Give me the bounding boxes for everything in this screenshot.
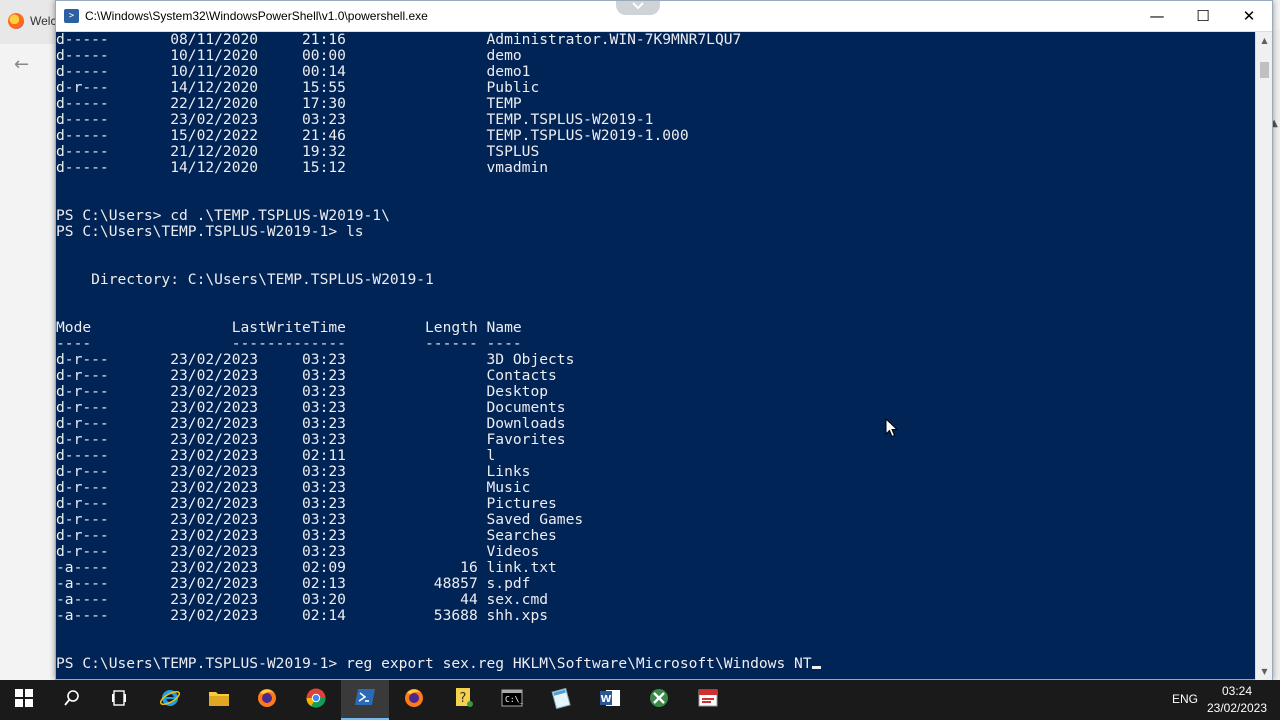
console-line: d----- 15/02/2022 21:46 TEMP.TSPLUS-W201… — [56, 127, 689, 144]
firefox-2-button[interactable] — [390, 680, 438, 720]
console-line: ---- ------------- ------ ---- — [56, 335, 522, 352]
console-line: d-r--- 23/02/2023 03:23 Links — [56, 463, 531, 480]
console-line: -a---- 23/02/2023 03:20 44 sex.cmd — [56, 591, 549, 608]
close-button[interactable]: ✕ — [1226, 1, 1272, 32]
clock[interactable]: 03:24 23/02/2023 — [1206, 683, 1268, 717]
search-button[interactable] — [48, 680, 96, 720]
remote-button[interactable] — [635, 680, 683, 720]
language-indicator[interactable]: ENG — [1172, 692, 1198, 706]
window-titlebar[interactable]: > C:\Windows\System32\WindowsPowerShell\… — [56, 1, 1272, 32]
system-tray: ENG 03:24 23/02/2023 — [1170, 680, 1280, 720]
console-line: d-r--- 14/12/2020 15:55 Public — [56, 79, 540, 96]
console-line: d----- 10/11/2020 00:00 demo — [56, 47, 522, 64]
chrome-icon — [305, 687, 327, 713]
firefox-icon — [256, 687, 278, 713]
browser-tab[interactable]: Welc — [0, 0, 60, 44]
firefox-button[interactable] — [243, 680, 291, 720]
window-title: C:\Windows\System32\WindowsPowerShell\v1… — [85, 9, 428, 23]
console-line: d-r--- 23/02/2023 03:23 Contacts — [56, 367, 557, 384]
back-arrow-icon[interactable]: ← — [14, 54, 29, 75]
console-line: d----- 08/11/2020 21:16 Administrator.WI… — [56, 32, 742, 48]
clock-time: 03:24 — [1221, 684, 1253, 698]
console-line: -a---- 23/02/2023 02:09 16 link.txt — [56, 559, 557, 576]
console-line: d-r--- 23/02/2023 03:23 Saved Games — [56, 511, 584, 528]
notepad-icon — [550, 687, 572, 713]
console-line: d-r--- 23/02/2023 03:23 Pictures — [56, 495, 557, 512]
console-line: d----- 14/12/2020 15:12 vmadmin — [56, 159, 549, 176]
clock-date: 23/02/2023 — [1206, 701, 1268, 715]
console-line: -a---- 23/02/2023 02:14 53688 shh.xps — [56, 607, 549, 624]
maximize-button[interactable]: ☐ — [1180, 1, 1226, 32]
console-line: d-r--- 23/02/2023 03:23 Downloads — [56, 415, 566, 432]
cmd-icon: C:\_ — [501, 689, 524, 711]
console-line: PS C:\Users\TEMP.TSPLUS-W2019-1> reg exp… — [56, 656, 1256, 672]
taskbar: ? C:\_ W ENG 03:24 23/02/2023 — [0, 680, 1280, 720]
task-view-button[interactable] — [96, 680, 144, 720]
svg-text:?: ? — [460, 691, 467, 706]
help-button[interactable]: ? — [440, 680, 488, 720]
console-line: d----- 23/02/2023 03:23 TEMP.TSPLUS-W201… — [56, 111, 654, 128]
powershell-icon: > — [64, 9, 79, 23]
console-line: d----- 10/11/2020 00:14 demo1 — [56, 63, 531, 80]
firefox-icon — [8, 13, 24, 29]
powershell-window: > C:\Windows\System32\WindowsPowerShell\… — [55, 0, 1273, 680]
search-icon — [63, 689, 81, 711]
console-line: d-r--- 23/02/2023 03:23 3D Objects — [56, 351, 575, 368]
text-cursor — [811, 666, 821, 669]
powershell-button[interactable] — [341, 680, 389, 720]
svg-text:W: W — [600, 694, 611, 705]
console-line: Mode LastWriteTime Length Name — [56, 319, 522, 336]
console-line: PS C:\Users> cd .\TEMP.TSPLUS-W2019-1\ — [56, 207, 390, 224]
console-line: d----- 22/12/2020 17:30 TEMP — [56, 95, 522, 112]
task-view-icon — [111, 689, 129, 711]
console-line: d----- 23/02/2023 02:11 l — [56, 447, 496, 464]
pdf-button[interactable] — [684, 680, 732, 720]
internet-explorer-icon — [159, 687, 181, 713]
windows-logo — [15, 689, 33, 711]
minimize-button[interactable]: — — [1134, 1, 1180, 32]
svg-text:C:\_: C:\_ — [505, 695, 523, 704]
console-line: d-r--- 23/02/2023 03:23 Videos — [56, 543, 540, 560]
console-line: d-r--- 23/02/2023 03:23 Searches — [56, 527, 557, 544]
console-line: PS C:\Users\TEMP.TSPLUS-W2019-1> ls — [56, 223, 364, 240]
console-line: d----- 21/12/2020 19:32 TSPLUS — [56, 143, 540, 160]
start-button[interactable] — [0, 680, 48, 720]
console-line: d-r--- 23/02/2023 03:23 Favorites — [56, 431, 566, 448]
scroll-down-icon[interactable]: ▼ — [1256, 663, 1273, 680]
word-icon: W — [599, 688, 621, 712]
console-line: Directory: C:\Users\TEMP.TSPLUS-W2019-1 — [56, 271, 434, 288]
mouse-pointer-icon — [885, 418, 899, 438]
console-line: -a---- 23/02/2023 02:13 48857 s.pdf — [56, 575, 531, 592]
browser-tab-title: Welc — [30, 14, 56, 28]
console-line: d-r--- 23/02/2023 03:23 Desktop — [56, 383, 549, 400]
scrollbar-thumb[interactable] — [1260, 62, 1269, 78]
help-icon: ? — [454, 687, 474, 713]
remote-session-toggle[interactable] — [616, 1, 660, 15]
edge-button[interactable] — [146, 680, 194, 720]
cmd-button[interactable]: C:\_ — [488, 680, 536, 720]
notepad-button[interactable] — [537, 680, 585, 720]
console-scrollbar[interactable]: ▲ ▼ — [1255, 32, 1272, 680]
chevron-down-icon — [632, 2, 644, 10]
firefox-icon — [403, 687, 425, 713]
pdf-icon — [697, 688, 719, 712]
powershell-icon — [354, 688, 376, 710]
console-line: d-r--- 23/02/2023 03:23 Documents — [56, 399, 566, 416]
console-line: d-r--- 23/02/2023 03:23 Music — [56, 479, 531, 496]
file-explorer-button[interactable] — [195, 680, 243, 720]
scroll-up-icon[interactable]: ▲ — [1256, 32, 1273, 49]
chrome-button[interactable] — [292, 680, 340, 720]
folder-icon — [208, 689, 230, 711]
console-output[interactable]: d----- 08/11/2020 21:16 Administrator.WI… — [56, 32, 1256, 680]
remote-icon — [648, 687, 670, 713]
word-button[interactable]: W — [586, 680, 634, 720]
